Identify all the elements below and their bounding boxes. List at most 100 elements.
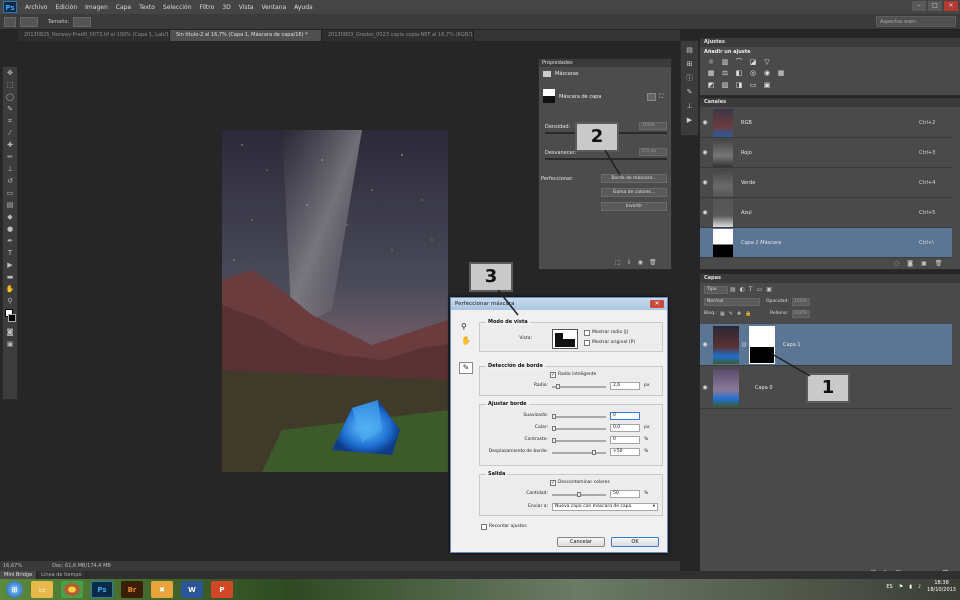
threshold-icon[interactable]: ◨ <box>734 81 744 89</box>
zoom-readout[interactable]: 16,67% <box>3 561 22 571</box>
amount-slider-knob[interactable] <box>577 492 581 497</box>
view-mode-picker[interactable] <box>552 329 578 349</box>
show-original-checkbox[interactable] <box>584 340 590 346</box>
eye-icon[interactable]: ◉ <box>700 179 710 186</box>
density-field[interactable]: 100% <box>639 122 667 130</box>
apply-mask-icon[interactable]: ⇩ <box>627 259 632 266</box>
selective-color-icon[interactable]: ▣ <box>762 81 772 89</box>
lock-pixels-icon[interactable]: ✎ <box>729 311 733 317</box>
load-channel-icon[interactable]: ◌ <box>894 260 899 267</box>
toggle-mask-icon[interactable]: ◉ <box>638 259 643 266</box>
maximize-icon[interactable]: □ <box>928 1 942 11</box>
eye-icon[interactable]: ◉ <box>700 149 710 156</box>
menu-seleccion[interactable]: Selección <box>159 4 196 11</box>
shift-edge-slider[interactable] <box>552 452 606 454</box>
smooth-field[interactable]: 0 <box>610 412 640 420</box>
curves-icon[interactable]: ⌒ <box>734 58 744 66</box>
properties-panel-icon[interactable]: ⊞ <box>683 59 696 69</box>
channel-row[interactable]: ◉ Verde Ctrl+4 <box>700 168 952 198</box>
show-radius-checkbox[interactable] <box>584 330 590 336</box>
tab-gredos[interactable]: 20130803_Gredos_0023 copia copia.NEF al … <box>322 30 474 41</box>
shift-edge-slider-knob[interactable] <box>592 450 596 455</box>
lock-position-icon[interactable]: ✥ <box>737 311 741 317</box>
smooth-slider-knob[interactable] <box>552 414 556 419</box>
smooth-slider[interactable] <box>552 416 606 418</box>
path-select-tool-icon[interactable]: ▶ <box>4 260 16 271</box>
refine-radius-tool-icon[interactable]: ✎ <box>459 362 473 374</box>
doc-size-readout[interactable]: Doc: 61,6 MB/174,4 MB <box>52 561 111 571</box>
brush-mode-icon[interactable] <box>20 16 38 27</box>
color-lookup-icon[interactable]: ▦ <box>776 69 786 77</box>
actions-panel-icon[interactable]: ▶ <box>683 115 696 125</box>
invert-button[interactable]: Invertir <box>601 202 667 211</box>
workspace-select[interactable]: Aspectos esen. <box>876 16 956 27</box>
send-to-select[interactable]: Nueva capa con máscara de capa ▾ <box>552 503 658 511</box>
shape-tool-icon[interactable]: ▬ <box>4 272 16 283</box>
photo-filter-icon[interactable]: ◎ <box>748 69 758 77</box>
vibrance-icon[interactable]: ▽ <box>762 58 772 66</box>
network-icon[interactable]: ▮ <box>909 584 912 590</box>
clock[interactable]: 18:38 18/10/2013 <box>927 580 956 594</box>
dialog-close-icon[interactable]: ✕ <box>650 300 664 308</box>
vector-mask-icon[interactable]: ⛶ <box>659 93 668 101</box>
opacity-field[interactable]: 100% <box>792 298 810 306</box>
menu-capa[interactable]: Capa <box>112 4 135 11</box>
link-icon[interactable]: ⛓ <box>741 342 747 348</box>
smart-radius-checkbox[interactable]: ✓ <box>550 372 556 378</box>
delete-channel-icon[interactable]: 🗑 <box>935 260 943 267</box>
cancel-button[interactable]: Cancelar <box>557 537 605 547</box>
type-tool-icon[interactable]: T <box>4 248 16 259</box>
gradient-tool-icon[interactable]: ▤ <box>4 200 16 211</box>
filter-type-icon[interactable]: T <box>749 286 753 293</box>
new-channel-icon[interactable]: ▣ <box>921 260 927 267</box>
filter-pixel-icon[interactable]: ▤ <box>730 286 736 293</box>
feather-slider[interactable] <box>552 428 606 430</box>
word-taskbar-icon[interactable]: W <box>181 581 203 598</box>
healing-tool-icon[interactable]: ✚ <box>4 140 16 151</box>
eye-icon[interactable]: ◉ <box>700 384 710 391</box>
move-tool-icon[interactable]: ✥ <box>4 68 16 79</box>
quick-select-tool-icon[interactable]: ✎ <box>4 104 16 115</box>
explorer-icon[interactable]: ▭ <box>31 581 53 598</box>
lock-all-icon[interactable]: 🔒 <box>745 311 751 317</box>
document-canvas[interactable] <box>222 130 448 472</box>
pen-tool-icon[interactable]: ✒ <box>4 236 16 247</box>
levels-icon[interactable]: ▥ <box>720 58 730 66</box>
size-picker[interactable] <box>73 16 92 27</box>
tab-norway[interactable]: 20130825_Norway-Prad0_0073.tif al 100% (… <box>18 30 170 41</box>
dodge-tool-icon[interactable]: ● <box>4 224 16 235</box>
brightness-icon[interactable]: ☼ <box>706 58 716 66</box>
load-selection-icon[interactable]: ⬚ <box>615 259 621 266</box>
radius-slider-knob[interactable] <box>556 384 560 389</box>
menu-3d[interactable]: 3D <box>218 4 234 11</box>
eye-icon[interactable]: ◉ <box>700 209 710 216</box>
brush-tool-icon[interactable]: ✏ <box>4 152 16 163</box>
tab-mini-bridge[interactable]: Mini Bridge <box>0 571 38 579</box>
marquee-tool-icon[interactable]: ⬚ <box>4 80 16 91</box>
menu-texto[interactable]: Texto <box>135 4 159 11</box>
tool-preset-picker[interactable] <box>4 16 16 27</box>
tab-sin-titulo[interactable]: Sin título-2 al 16,7% (Capa 1, Máscara d… <box>170 30 322 41</box>
photoshop-taskbar-icon[interactable]: Ps <box>91 581 113 598</box>
menu-ventana[interactable]: Ventana <box>257 4 290 11</box>
clone-source-icon[interactable]: ⊥ <box>683 101 696 111</box>
save-selection-icon[interactable]: ◙ <box>907 260 913 267</box>
radius-slider[interactable] <box>552 386 606 388</box>
hue-saturation-icon[interactable]: ▦ <box>706 69 716 77</box>
eyedropper-tool-icon[interactable]: ⁄ <box>4 128 16 139</box>
volume-icon[interactable]: ♪ <box>918 584 921 590</box>
menu-archivo[interactable]: Archivo <box>21 4 51 11</box>
menu-edicion[interactable]: Edición <box>51 4 81 11</box>
color-range-button[interactable]: Gama de colores... <box>601 188 667 197</box>
screen-mode-icon[interactable]: ▣ <box>4 339 16 350</box>
black-white-icon[interactable]: ◧ <box>734 69 744 77</box>
blend-mode-select[interactable]: Normal <box>704 298 760 306</box>
amount-field[interactable]: 50 <box>610 490 640 498</box>
menu-ayuda[interactable]: Ayuda <box>290 4 317 11</box>
flag-icon[interactable]: ⚑ <box>899 584 903 590</box>
posterize-icon[interactable]: ▨ <box>720 81 730 89</box>
history-brush-tool-icon[interactable]: ↺ <box>4 176 16 187</box>
info-panel-icon[interactable]: ⓘ <box>683 73 696 83</box>
color-swatches-icon[interactable] <box>4 308 16 326</box>
channel-row[interactable]: ◉ RGB Ctrl+2 <box>700 108 952 138</box>
